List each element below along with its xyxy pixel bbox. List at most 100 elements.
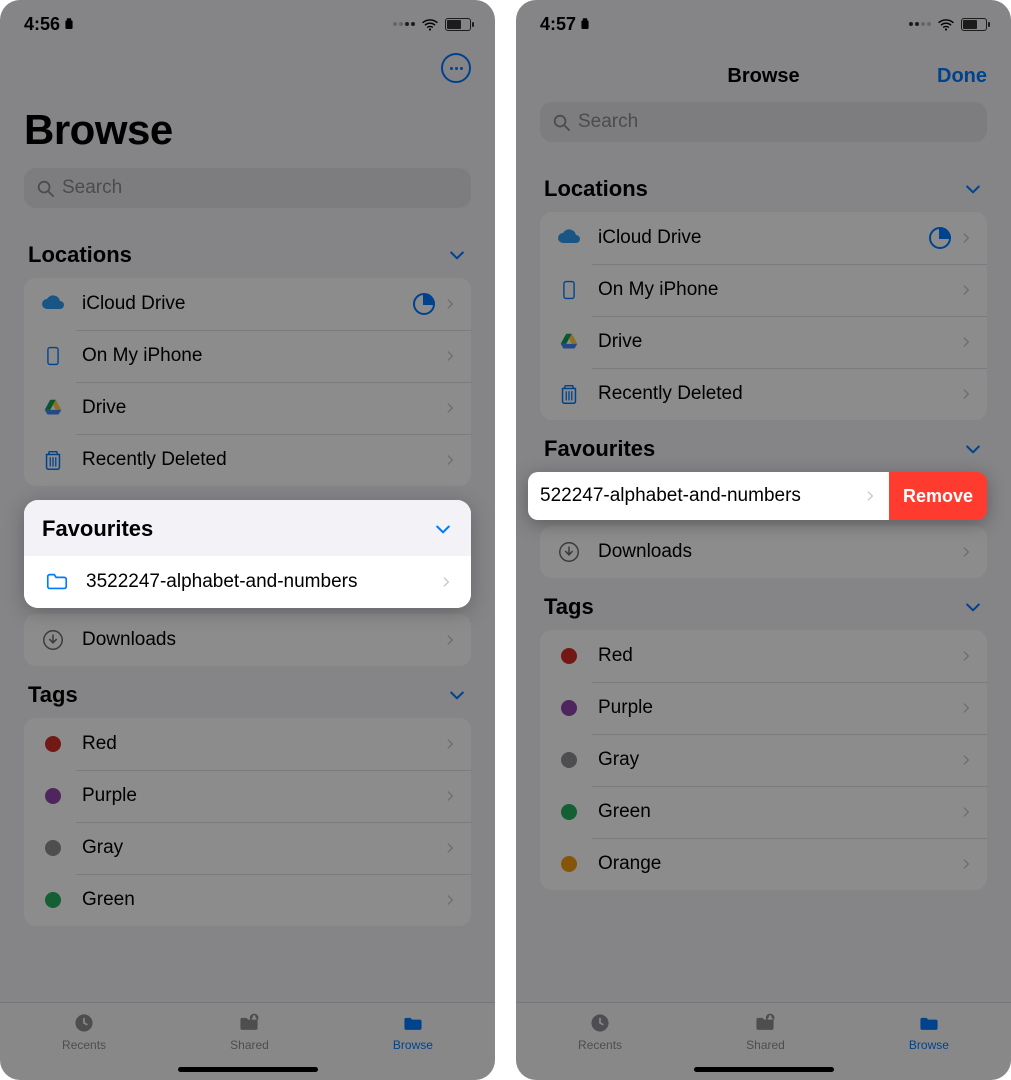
favourites-header[interactable]: Favourites	[24, 500, 471, 556]
tag-gray[interactable]: Gray	[24, 822, 471, 874]
location-services-icon	[64, 17, 74, 31]
favourite-downloads[interactable]: Downloads	[24, 614, 471, 666]
tags-list: Red Purple Gray Green Orange	[540, 630, 987, 890]
trash-icon	[38, 445, 68, 475]
tag-gray[interactable]: Gray	[540, 734, 987, 786]
favourite-downloads[interactable]: Downloads	[540, 526, 987, 578]
page-title: Browse	[24, 106, 471, 154]
wifi-icon	[421, 17, 439, 31]
tag-dot-icon	[45, 892, 61, 908]
location-recently-deleted[interactable]: Recently Deleted	[540, 368, 987, 420]
favourites-header[interactable]: Favourites	[540, 420, 987, 472]
chevron-right-icon	[959, 750, 973, 770]
home-indicator[interactable]	[178, 1067, 318, 1072]
tags-header[interactable]: Tags	[24, 666, 471, 718]
chevron-right-icon	[959, 280, 973, 300]
tag-orange[interactable]: Orange	[540, 838, 987, 890]
location-icloud-drive[interactable]: iCloud Drive	[540, 212, 987, 264]
chevron-right-icon	[443, 838, 457, 858]
tag-purple[interactable]: Purple	[540, 682, 987, 734]
cell-signal-icon	[393, 22, 415, 26]
tags-header[interactable]: Tags	[540, 578, 987, 630]
search-input[interactable]: Search	[540, 102, 987, 142]
search-input[interactable]: Search	[24, 168, 471, 208]
iphone-icon	[554, 275, 584, 305]
location-services-icon	[580, 17, 590, 31]
nav-bar: Browse Done	[540, 54, 987, 98]
tag-green[interactable]: Green	[540, 786, 987, 838]
chevron-right-icon	[443, 398, 457, 418]
tag-green[interactable]: Green	[24, 874, 471, 926]
remove-button[interactable]: Remove	[889, 472, 987, 520]
nav-title: Browse	[540, 65, 987, 88]
location-drive[interactable]: Drive	[24, 382, 471, 434]
tag-red[interactable]: Red	[24, 718, 471, 770]
cloud-icon	[554, 223, 584, 253]
chevron-right-icon	[959, 854, 973, 874]
gdrive-icon	[554, 327, 584, 357]
tag-dot-icon	[561, 804, 577, 820]
chevron-right-icon	[959, 332, 973, 352]
favourite-item-label: 522247-alphabet-and-numbers	[540, 485, 801, 507]
tag-dot-icon	[45, 788, 61, 804]
chevron-down-icon	[447, 685, 467, 705]
folder-icon	[42, 567, 72, 597]
tab-recents[interactable]: Recents	[578, 1011, 622, 1052]
tab-browse[interactable]: Browse	[909, 1011, 949, 1052]
more-menu-button[interactable]	[441, 53, 471, 83]
search-icon	[36, 179, 54, 197]
status-bar: 4:56	[0, 0, 495, 48]
home-indicator[interactable]	[694, 1067, 834, 1072]
chevron-down-icon	[963, 439, 983, 459]
tab-browse[interactable]: Browse	[393, 1011, 433, 1052]
chevron-right-icon	[439, 572, 453, 592]
download-icon	[38, 625, 68, 655]
favourites-highlight: Favourites 3522247-alphabet-and-numbers	[24, 500, 471, 608]
tag-dot-icon	[45, 840, 61, 856]
locations-list: iCloud Drive On My iPhone Drive Recently…	[540, 212, 987, 420]
battery-icon	[961, 18, 987, 31]
chevron-right-icon	[443, 890, 457, 910]
chevron-right-icon	[443, 450, 457, 470]
cloud-icon	[38, 289, 68, 319]
trash-icon	[554, 379, 584, 409]
location-on-my-iphone[interactable]: On My iPhone	[24, 330, 471, 382]
location-recently-deleted[interactable]: Recently Deleted	[24, 434, 471, 486]
chevron-down-icon	[963, 597, 983, 617]
location-icloud-drive[interactable]: iCloud Drive	[24, 278, 471, 330]
tag-red[interactable]: Red	[540, 630, 987, 682]
locations-list: iCloud Drive On My iPhone Drive Recently…	[24, 278, 471, 486]
tab-shared[interactable]: Shared	[746, 1011, 785, 1052]
storage-gauge-icon	[413, 293, 435, 315]
chevron-right-icon	[959, 542, 973, 562]
search-placeholder: Search	[62, 177, 122, 199]
favourites-remaining: Downloads	[540, 526, 987, 578]
search-icon	[552, 113, 570, 131]
chevron-right-icon	[959, 228, 973, 248]
storage-gauge-icon	[929, 227, 951, 249]
status-time: 4:57	[540, 14, 576, 35]
done-button[interactable]: Done	[937, 65, 987, 88]
tag-dot-icon	[561, 648, 577, 664]
iphone-icon	[38, 341, 68, 371]
chevron-right-icon	[959, 802, 973, 822]
tab-shared[interactable]: Shared	[230, 1011, 269, 1052]
tab-recents[interactable]: Recents	[62, 1011, 106, 1052]
tag-purple[interactable]: Purple	[24, 770, 471, 822]
favourite-item[interactable]: 3522247-alphabet-and-numbers	[24, 556, 471, 608]
battery-icon	[445, 18, 471, 31]
downloads-row-wrap: Downloads	[24, 614, 471, 666]
location-drive[interactable]: Drive	[540, 316, 987, 368]
chevron-right-icon	[443, 734, 457, 754]
tags-list: Red Purple Gray Green	[24, 718, 471, 926]
chevron-right-icon	[959, 384, 973, 404]
locations-header[interactable]: Locations	[540, 160, 987, 212]
tag-dot-icon	[45, 736, 61, 752]
status-bar: 4:57	[516, 0, 1011, 48]
chevron-right-icon	[959, 646, 973, 666]
location-on-my-iphone[interactable]: On My iPhone	[540, 264, 987, 316]
download-icon	[554, 537, 584, 567]
locations-header[interactable]: Locations	[24, 226, 471, 278]
chevron-right-icon	[863, 486, 877, 506]
favourite-item-swiped[interactable]: 522247-alphabet-and-numbers Remove	[528, 472, 987, 520]
